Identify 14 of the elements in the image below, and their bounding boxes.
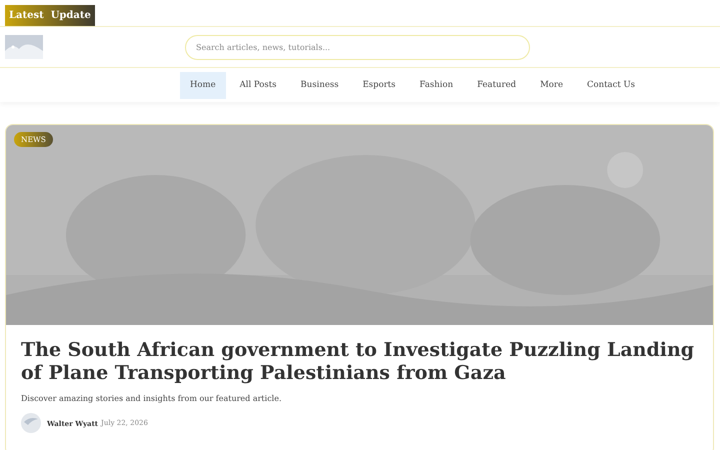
nav-link[interactable]: Contact Us: [576, 72, 645, 98]
nav-link[interactable]: All Posts: [230, 72, 287, 98]
search-field[interactable]: Search articles, news, tutorials...: [185, 34, 530, 60]
nav-link[interactable]: Business: [290, 72, 349, 98]
image-placeholder-icon[interactable]: [5, 35, 43, 59]
avatar-icon: [21, 413, 41, 433]
article-excerpt: Discover amazing stories and insights from our featured article.: [21, 394, 283, 403]
nav-link[interactable]: Esports: [352, 72, 406, 98]
nav-link[interactable]: Fashion: [410, 72, 464, 98]
nav-link[interactable]: More: [530, 72, 573, 98]
nav-link[interactable]: Home: [180, 72, 226, 98]
nav-link[interactable]: Featured: [467, 72, 526, 98]
article-title[interactable]: The South African government to Investigate Puzzling Landing of Plane Transporting Palestinians from Gaza: [21, 339, 698, 385]
latest-update-badge: Latest Update: [5, 5, 95, 26]
